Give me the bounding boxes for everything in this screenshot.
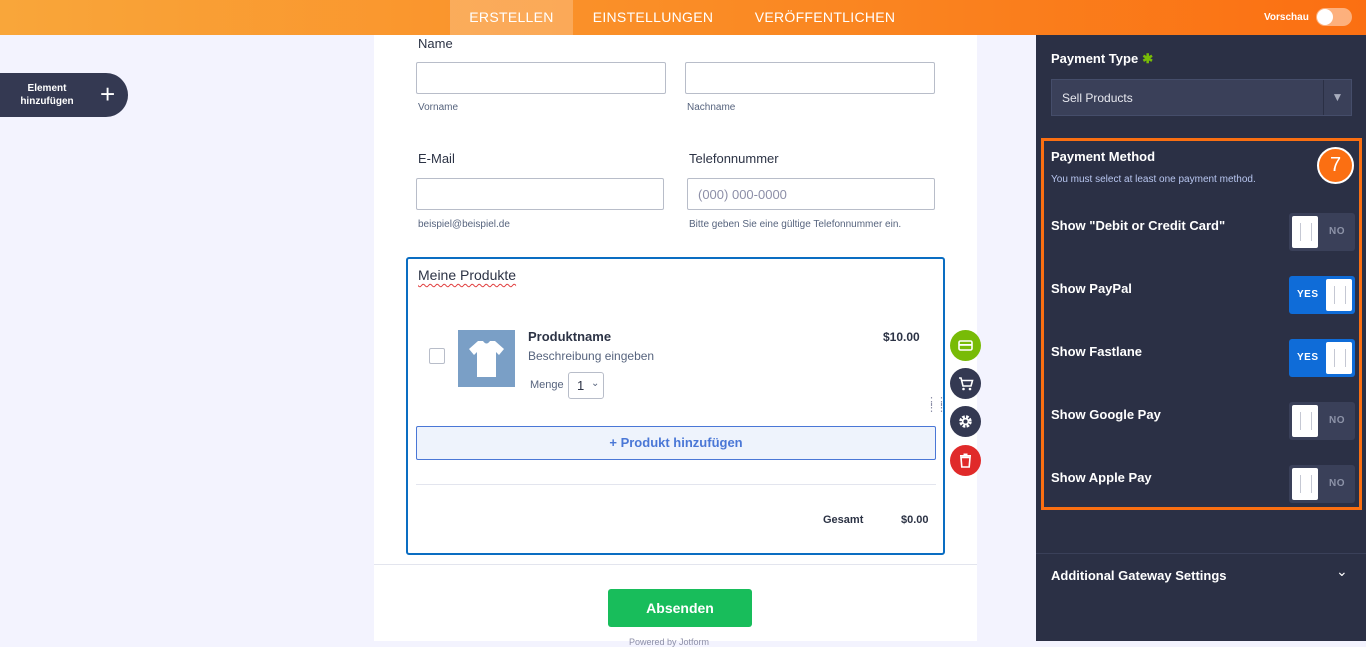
payment-properties-button[interactable] bbox=[950, 330, 981, 361]
powered-by-text: Powered by Jotform bbox=[629, 637, 710, 647]
products-divider bbox=[416, 484, 936, 485]
product-name: Produktname bbox=[528, 329, 612, 344]
email-input[interactable] bbox=[416, 178, 664, 210]
total-value: $0.00 bbox=[901, 514, 929, 526]
tab-veroeffentlichen[interactable]: VERÖFFENTLICHEN bbox=[745, 0, 905, 35]
show-card-toggle[interactable]: NO bbox=[1289, 213, 1355, 251]
caret-down-icon: ▼ bbox=[1323, 80, 1351, 115]
email-label: E-Mail bbox=[418, 151, 455, 166]
plus-icon: + bbox=[100, 79, 116, 109]
required-star-icon: ✱ bbox=[1142, 51, 1154, 66]
gear-icon bbox=[959, 415, 972, 428]
settings-button[interactable] bbox=[950, 406, 981, 437]
top-navigation-bar: ERSTELLEN EINSTELLUNGEN VERÖFFENTLICHEN … bbox=[0, 0, 1366, 35]
products-title: Meine Produkte bbox=[418, 267, 517, 283]
show-paypal-toggle[interactable]: YES bbox=[1289, 276, 1355, 314]
chevron-down-icon[interactable]: ⌄ bbox=[1336, 563, 1348, 580]
phone-input[interactable]: (000) 000-0000 bbox=[687, 178, 935, 210]
first-name-sublabel: Vorname bbox=[418, 102, 459, 113]
payment-type-label: Payment Type ✱ bbox=[1051, 51, 1154, 66]
toggle-state: YES bbox=[1297, 289, 1319, 300]
tab-erstellen[interactable]: ERSTELLEN bbox=[450, 0, 573, 35]
form-divider bbox=[374, 564, 977, 565]
phone-label: Telefonnummer bbox=[689, 151, 779, 166]
email-sublabel: beispiel@beispiel.de bbox=[418, 219, 510, 230]
phone-sublabel: Bitte geben Sie eine gültige Telefonnumm… bbox=[689, 219, 902, 230]
show-fastlane-toggle[interactable]: YES bbox=[1289, 339, 1355, 377]
last-name-sublabel: Nachname bbox=[687, 102, 736, 113]
show-fastlane-label: Show Fastlane bbox=[1051, 344, 1143, 359]
payment-type-select[interactable]: Sell Products ▼ bbox=[1051, 79, 1352, 116]
total-label: Gesamt bbox=[823, 514, 864, 526]
last-name-input[interactable] bbox=[685, 62, 935, 94]
payment-method-subtitle: You must select at least one payment met… bbox=[1051, 174, 1256, 185]
product-price: $10.00 bbox=[883, 330, 920, 344]
payment-card-icon bbox=[958, 340, 973, 351]
name-label: Name bbox=[418, 36, 453, 51]
show-paypal-label: Show PayPal bbox=[1051, 281, 1132, 296]
cart-icon bbox=[959, 377, 974, 391]
chevron-down-icon: ⌄ bbox=[591, 378, 600, 389]
toggle-knob bbox=[1326, 279, 1352, 311]
toggle-knob bbox=[1292, 405, 1318, 437]
payment-method-title: Payment Method bbox=[1051, 149, 1156, 164]
form-canvas: Name Vorname Nachname E-Mail beispiel@be… bbox=[374, 35, 981, 647]
show-google-pay-label: Show Google Pay bbox=[1051, 407, 1161, 422]
submit-button[interactable]: Absenden bbox=[608, 589, 752, 627]
panel-divider bbox=[1036, 553, 1366, 554]
properties-panel: Payment Type ✱ Sell Products ▼ Payment Me… bbox=[1036, 35, 1366, 641]
add-element-label: Element hinzufügen bbox=[20, 83, 74, 107]
preview-toggle-knob bbox=[1317, 9, 1333, 25]
add-element-button[interactable]: Element hinzufügen + bbox=[0, 73, 128, 117]
quantity-label: Menge bbox=[530, 379, 564, 391]
products-field[interactable]: Meine Produkte Produktname Beschreibung … bbox=[406, 257, 947, 555]
toggle-knob bbox=[1292, 216, 1318, 248]
add-product-button[interactable]: + Produkt hinzufügen bbox=[416, 426, 936, 460]
delete-button[interactable] bbox=[950, 445, 981, 476]
toggle-knob bbox=[1326, 342, 1352, 374]
preview-label: Vorschau bbox=[1264, 12, 1309, 23]
drag-handle-icon[interactable]: ⋮⋮ ⋮⋮ bbox=[926, 397, 947, 414]
tab-einstellungen[interactable]: EINSTELLUNGEN bbox=[583, 0, 723, 35]
toggle-state: YES bbox=[1297, 352, 1319, 363]
product-description: Beschreibung eingeben bbox=[528, 349, 655, 363]
payment-method-section: Payment Method You must select at least … bbox=[1041, 138, 1362, 510]
cart-button[interactable] bbox=[950, 368, 981, 399]
trash-icon bbox=[960, 453, 971, 468]
product-image bbox=[458, 330, 515, 387]
product-checkbox[interactable] bbox=[429, 348, 445, 364]
step-badge: 7 bbox=[1317, 147, 1354, 184]
toggle-state: NO bbox=[1329, 415, 1345, 426]
show-card-label: Show "Debit or Credit Card" bbox=[1051, 218, 1226, 233]
toggle-state: NO bbox=[1329, 478, 1345, 489]
preview-toggle[interactable] bbox=[1316, 8, 1352, 26]
first-name-input[interactable] bbox=[416, 62, 666, 94]
show-apple-pay-label: Show Apple Pay bbox=[1051, 470, 1152, 485]
payment-type-value: Sell Products bbox=[1062, 91, 1133, 105]
show-apple-pay-toggle[interactable]: NO bbox=[1289, 465, 1355, 503]
toggle-knob bbox=[1292, 468, 1318, 500]
additional-gateway-settings[interactable]: Additional Gateway Settings bbox=[1051, 568, 1227, 583]
tshirt-icon bbox=[469, 341, 504, 377]
quantity-select[interactable]: 1 ⌄ bbox=[568, 372, 604, 399]
show-google-pay-toggle[interactable]: NO bbox=[1289, 402, 1355, 440]
toggle-state: NO bbox=[1329, 226, 1345, 237]
quantity-value: 1 bbox=[577, 378, 585, 393]
